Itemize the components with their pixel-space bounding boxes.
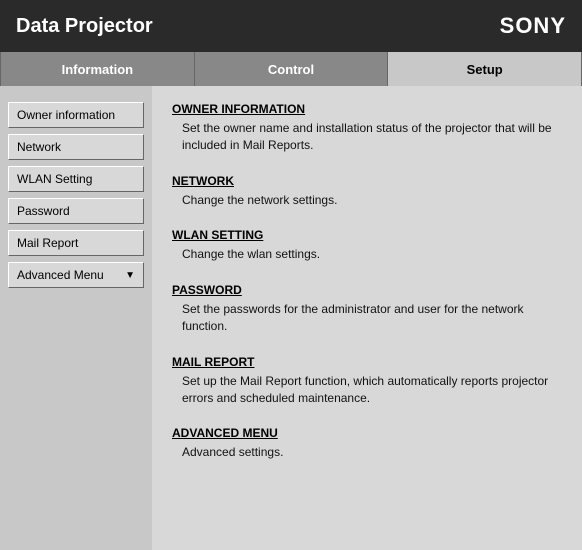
sidebar-btn-password[interactable]: Password bbox=[8, 198, 144, 224]
chevron-down-icon: ▼ bbox=[125, 270, 135, 281]
content-section-description: Advanced settings. bbox=[172, 444, 562, 461]
content-section: PASSWORD Set the passwords for the admini… bbox=[172, 283, 562, 335]
content-section-title: MAIL REPORT bbox=[172, 355, 562, 369]
content-section-title: NETWORK bbox=[172, 174, 562, 188]
sidebar: Owner information Network WLAN Setting P… bbox=[0, 86, 152, 550]
content-section: NETWORK Change the network settings. bbox=[172, 174, 562, 209]
app-title: Data Projector bbox=[16, 15, 153, 38]
sidebar-btn-network[interactable]: Network bbox=[8, 134, 144, 160]
content-section-description: Change the wlan settings. bbox=[172, 246, 562, 263]
content-section: WLAN SETTING Change the wlan settings. bbox=[172, 228, 562, 263]
content-section-title: ADVANCED MENU bbox=[172, 426, 562, 440]
content-section-description: Set the passwords for the administrator … bbox=[172, 301, 562, 335]
content-section-title: WLAN SETTING bbox=[172, 228, 562, 242]
advanced-menu-label: Advanced Menu bbox=[17, 268, 104, 282]
tab-setup[interactable]: Setup bbox=[388, 52, 582, 86]
content-section: OWNER INFORMATION Set the owner name and … bbox=[172, 102, 562, 154]
tab-control[interactable]: Control bbox=[195, 52, 389, 86]
content-section-description: Change the network settings. bbox=[172, 192, 562, 209]
content-section-description: Set the owner name and installation stat… bbox=[172, 120, 562, 154]
content-section: ADVANCED MENU Advanced settings. bbox=[172, 426, 562, 461]
main-area: Owner information Network WLAN Setting P… bbox=[0, 86, 582, 550]
brand-logo: SONY bbox=[500, 13, 566, 39]
sidebar-btn-owner-information[interactable]: Owner information bbox=[8, 102, 144, 128]
tab-bar: Information Control Setup bbox=[0, 52, 582, 86]
content-section: MAIL REPORT Set up the Mail Report functi… bbox=[172, 355, 562, 407]
content-section-description: Set up the Mail Report function, which a… bbox=[172, 373, 562, 407]
tab-information[interactable]: Information bbox=[0, 52, 195, 86]
sidebar-btn-mail-report[interactable]: Mail Report bbox=[8, 230, 144, 256]
content-area: OWNER INFORMATION Set the owner name and … bbox=[152, 86, 582, 550]
sidebar-btn-advanced-menu[interactable]: Advanced Menu ▼ bbox=[8, 262, 144, 288]
header: Data Projector SONY bbox=[0, 0, 582, 52]
content-section-title: PASSWORD bbox=[172, 283, 562, 297]
content-section-title: OWNER INFORMATION bbox=[172, 102, 562, 116]
sidebar-btn-wlan-setting[interactable]: WLAN Setting bbox=[8, 166, 144, 192]
